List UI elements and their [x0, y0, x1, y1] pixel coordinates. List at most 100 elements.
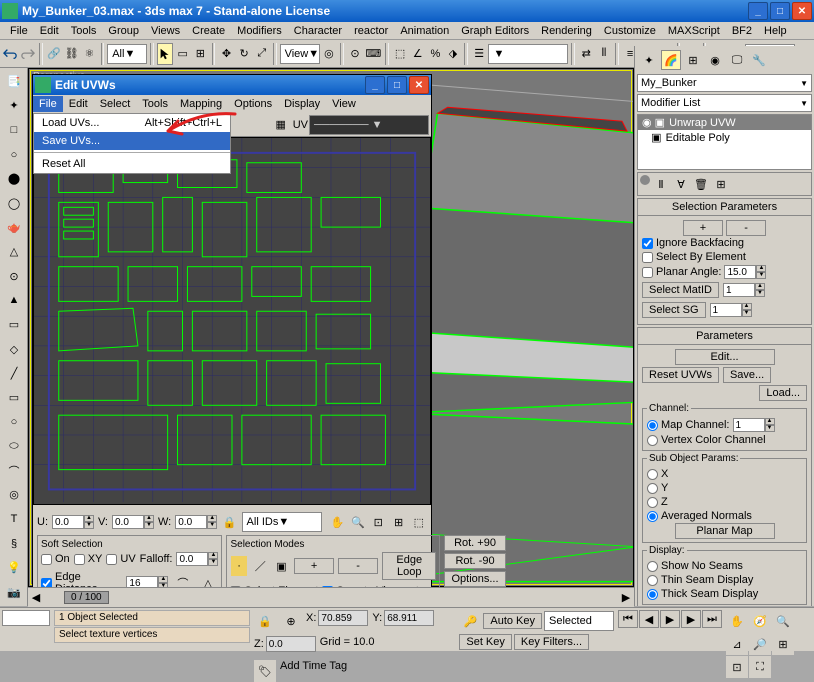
- uvw-u-input[interactable]: [52, 515, 84, 529]
- vert-mode-button[interactable]: ·: [230, 555, 247, 577]
- uvw-maximize-button[interactable]: □: [387, 76, 407, 94]
- uvw-menu-tools[interactable]: Tools: [136, 96, 174, 112]
- arc-icon[interactable]: ⌒: [2, 459, 26, 482]
- menu-character[interactable]: Character: [288, 23, 348, 39]
- modifier-list-dropdown[interactable]: Modifier List: [637, 94, 812, 112]
- named-sel-button[interactable]: ☰: [471, 43, 488, 65]
- nav-zoom-button[interactable]: 🔎: [749, 633, 771, 655]
- x-coord-input[interactable]: [318, 610, 368, 626]
- thick-seam-radio[interactable]: [647, 589, 658, 600]
- menu-views[interactable]: Views: [145, 23, 186, 39]
- uvw-menu-mapping[interactable]: Mapping: [174, 96, 228, 112]
- key-icon[interactable]: 🔑: [459, 610, 481, 632]
- align-button[interactable]: ⫴: [596, 43, 613, 65]
- sphere-icon[interactable]: ○: [2, 143, 26, 166]
- angle-snap-button[interactable]: ∠: [409, 43, 426, 65]
- text-icon[interactable]: T: [2, 508, 26, 531]
- uvw-minimize-button[interactable]: _: [365, 76, 385, 94]
- load-uvws-button[interactable]: Load...: [759, 385, 807, 401]
- percent-snap-button[interactable]: %: [427, 43, 444, 65]
- falloff-input[interactable]: [176, 552, 208, 566]
- menu-help[interactable]: Help: [758, 23, 793, 39]
- uvw-canvas[interactable]: [33, 137, 431, 505]
- uvw-snap-button[interactable]: ⬚: [411, 511, 427, 533]
- menu-grapheditors[interactable]: Graph Editors: [455, 23, 535, 39]
- motion-panel-icon[interactable]: ◉: [705, 50, 725, 70]
- plane-icon[interactable]: ▭: [2, 313, 26, 336]
- snap-toggle-button[interactable]: ⬚: [392, 43, 409, 65]
- uvw-zoomext-button[interactable]: ⊡: [370, 511, 386, 533]
- timeline-next-button[interactable]: ▶: [618, 590, 634, 606]
- mod-unwrap-uvw[interactable]: ◉ ▣ Unwrap UVW: [638, 115, 811, 130]
- spinner-snap-button[interactable]: ⬗: [445, 43, 462, 65]
- selmode-minus-button[interactable]: -: [338, 558, 378, 574]
- object-name-field[interactable]: My_Bunker: [637, 74, 812, 92]
- make-unique-button[interactable]: ∀: [672, 175, 690, 193]
- play-button[interactable]: ▶: [660, 610, 680, 628]
- select-sg-button[interactable]: Select SG: [642, 302, 706, 318]
- uvw-pan-button[interactable]: ✋: [330, 511, 346, 533]
- goto-end-button[interactable]: ⏭: [702, 610, 722, 628]
- uvw-menu-select[interactable]: Select: [94, 96, 137, 112]
- show-end-result-button[interactable]: Ⅱ: [652, 175, 670, 193]
- circle-icon[interactable]: ○: [2, 410, 26, 433]
- rotate-button[interactable]: ↻: [236, 43, 253, 65]
- z-radio[interactable]: [647, 497, 658, 508]
- uvw-menu-options[interactable]: Options: [228, 96, 278, 112]
- pyramid-icon[interactable]: ▲: [2, 289, 26, 312]
- uvw-menu-display[interactable]: Display: [278, 96, 326, 112]
- softsel-on-checkbox[interactable]: [41, 554, 52, 565]
- no-seams-radio[interactable]: [647, 561, 658, 572]
- y-coord-input[interactable]: [384, 610, 434, 626]
- helix-icon[interactable]: §: [2, 532, 26, 555]
- uvw-w-input[interactable]: [175, 515, 207, 529]
- light-icon[interactable]: 💡: [2, 556, 26, 579]
- bind-button[interactable]: ⚛: [81, 43, 98, 65]
- avg-normals-radio[interactable]: [647, 511, 658, 522]
- configure-button[interactable]: ⊞: [712, 175, 730, 193]
- ignore-backfacing-checkbox[interactable]: [642, 238, 653, 249]
- uvw-menu-view[interactable]: View: [326, 96, 362, 112]
- x-radio[interactable]: [647, 469, 658, 480]
- move-button[interactable]: ✥: [218, 43, 235, 65]
- box-icon[interactable]: □: [2, 119, 26, 142]
- maximize-button[interactable]: □: [770, 2, 790, 20]
- mod-editable-poly[interactable]: ▣ Editable Poly: [638, 130, 811, 145]
- y-radio[interactable]: [647, 483, 658, 494]
- selection-filter-dropdown[interactable]: All ▼: [107, 44, 147, 64]
- thin-seam-radio[interactable]: [647, 575, 658, 586]
- scale-button[interactable]: ⤢: [253, 43, 270, 65]
- menu-reactor[interactable]: reactor: [348, 23, 394, 39]
- reset-uvws-button[interactable]: Reset UVWs: [642, 367, 719, 383]
- planar-angle-input[interactable]: [724, 265, 756, 279]
- edit-button[interactable]: Edit...: [675, 349, 775, 365]
- softsel-xy-checkbox[interactable]: [74, 554, 85, 565]
- uvw-v-input[interactable]: [112, 515, 144, 529]
- keyboard-shortcut-button[interactable]: ⌨: [364, 43, 382, 65]
- uvw-menu-edit[interactable]: Edit: [63, 96, 94, 112]
- torus-icon[interactable]: ◯: [2, 192, 26, 215]
- keyfilters-button[interactable]: Key Filters...: [514, 634, 589, 650]
- menu-maxscript[interactable]: MAXScript: [662, 23, 726, 39]
- abs-rel-button[interactable]: ⊕: [280, 610, 302, 632]
- mirror-button[interactable]: ⇄: [578, 43, 595, 65]
- select-region-button[interactable]: ▭: [174, 43, 191, 65]
- sg-input[interactable]: [710, 303, 742, 317]
- menu-tools[interactable]: Tools: [65, 23, 103, 39]
- nav-pan-button[interactable]: ✋: [726, 610, 748, 632]
- camera-icon[interactable]: 📷: [2, 581, 26, 604]
- rot-m90-button[interactable]: Rot. -90: [444, 553, 505, 569]
- vertex-color-radio[interactable]: [647, 435, 658, 446]
- uvw-close-button[interactable]: ✕: [409, 76, 429, 94]
- nav-minmax-button[interactable]: ⛶: [749, 656, 771, 678]
- menu-animation[interactable]: Animation: [394, 23, 455, 39]
- menu-load-uvs[interactable]: Load UVs...Alt+Shift+Ctrl+L: [34, 114, 230, 132]
- line-icon[interactable]: ╱: [2, 362, 26, 385]
- menu-save-uvs[interactable]: Save UVs...: [34, 132, 230, 150]
- menu-rendering[interactable]: Rendering: [535, 23, 598, 39]
- select-manipulate-button[interactable]: ⊙: [347, 43, 364, 65]
- menu-customize[interactable]: Customize: [598, 23, 662, 39]
- select-button[interactable]: [157, 43, 174, 65]
- setkey-button[interactable]: Set Key: [459, 634, 512, 650]
- selparams-plus[interactable]: +: [683, 220, 723, 236]
